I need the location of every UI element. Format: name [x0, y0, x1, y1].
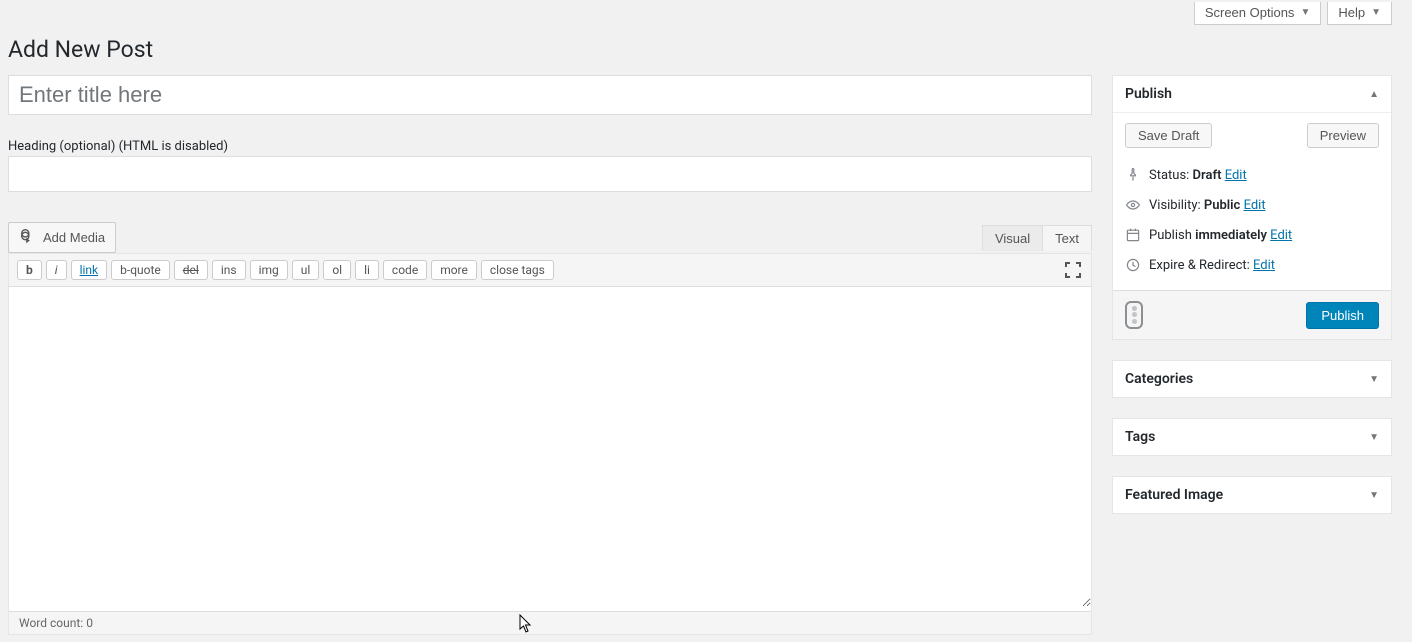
- screen-options-button[interactable]: Screen Options ▼: [1194, 2, 1322, 25]
- qt-ol[interactable]: ol: [323, 260, 351, 280]
- qt-del[interactable]: del: [174, 260, 208, 280]
- traffic-light-icon[interactable]: [1125, 301, 1143, 329]
- expire-edit-link[interactable]: Edit: [1253, 258, 1275, 273]
- triangle-down-icon: ▼: [1369, 374, 1379, 385]
- qt-ul[interactable]: ul: [292, 260, 320, 280]
- status-row: Status: Draft Edit: [1125, 160, 1379, 190]
- heading-input[interactable]: [8, 156, 1092, 192]
- page-title: Add New Post: [8, 29, 1392, 67]
- categories-box-header[interactable]: Categories ▼: [1113, 361, 1391, 397]
- media-icon: [19, 227, 37, 248]
- qt-bquote[interactable]: b-quote: [111, 260, 170, 280]
- status-edit-link[interactable]: Edit: [1225, 168, 1247, 183]
- expire-row: Expire & Redirect: Edit: [1125, 250, 1379, 280]
- preview-button[interactable]: Preview: [1307, 123, 1379, 148]
- editor-container: b i link b-quote del ins img ul ol li co…: [8, 253, 1092, 635]
- help-button[interactable]: Help ▼: [1327, 2, 1392, 25]
- heading-label: Heading (optional) (HTML is disabled): [8, 139, 1092, 154]
- featured-image-box-header[interactable]: Featured Image ▼: [1113, 477, 1391, 513]
- qt-code[interactable]: code: [383, 260, 427, 280]
- qt-li[interactable]: li: [355, 260, 379, 280]
- visibility-edit-link[interactable]: Edit: [1244, 198, 1266, 213]
- tab-visual[interactable]: Visual: [982, 225, 1043, 251]
- editor-status-bar: Word count: 0: [9, 611, 1091, 634]
- publish-button[interactable]: Publish: [1306, 302, 1379, 329]
- qt-close[interactable]: close tags: [481, 260, 554, 280]
- tags-box-header[interactable]: Tags ▼: [1113, 419, 1391, 455]
- tags-box: Tags ▼: [1112, 418, 1392, 456]
- add-media-label: Add Media: [43, 230, 105, 245]
- content-textarea[interactable]: [9, 287, 1091, 607]
- featured-image-title: Featured Image: [1125, 487, 1223, 503]
- clock-icon: [1125, 257, 1141, 273]
- quicktags-toolbar: b i link b-quote del ins img ul ol li co…: [9, 254, 1091, 287]
- publish-box: Publish ▲ Save Draft Preview Status: Dra…: [1112, 75, 1392, 340]
- visibility-row: Visibility: Public Edit: [1125, 190, 1379, 220]
- fullscreen-icon[interactable]: [1063, 260, 1083, 280]
- qt-ins[interactable]: ins: [212, 260, 246, 280]
- categories-title: Categories: [1125, 371, 1193, 387]
- triangle-down-icon: ▼: [1369, 490, 1379, 501]
- triangle-down-icon: ▼: [1371, 7, 1381, 18]
- tags-title: Tags: [1125, 429, 1155, 445]
- categories-box: Categories ▼: [1112, 360, 1392, 398]
- word-count-label: Word count:: [19, 616, 86, 630]
- triangle-down-icon: ▼: [1300, 7, 1310, 18]
- qt-img[interactable]: img: [250, 260, 288, 280]
- pin-icon: [1125, 167, 1141, 183]
- qt-italic[interactable]: i: [46, 260, 67, 280]
- schedule-row: Publish immediately Edit: [1125, 220, 1379, 250]
- publish-box-header[interactable]: Publish ▲: [1113, 76, 1391, 113]
- post-title-input[interactable]: [8, 75, 1092, 115]
- featured-image-box: Featured Image ▼: [1112, 476, 1392, 514]
- save-draft-button[interactable]: Save Draft: [1125, 123, 1212, 148]
- qt-bold[interactable]: b: [17, 260, 42, 280]
- triangle-up-icon: ▲: [1369, 89, 1379, 100]
- schedule-edit-link[interactable]: Edit: [1270, 228, 1292, 243]
- calendar-icon: [1125, 227, 1141, 243]
- word-count-value: 0: [86, 616, 93, 630]
- publish-box-title: Publish: [1125, 86, 1172, 102]
- screen-options-label: Screen Options: [1205, 5, 1295, 20]
- help-label: Help: [1338, 5, 1365, 20]
- add-media-button[interactable]: Add Media: [8, 222, 116, 253]
- triangle-down-icon: ▼: [1369, 432, 1379, 443]
- eye-icon: [1125, 197, 1141, 213]
- tab-text[interactable]: Text: [1043, 225, 1092, 251]
- qt-more[interactable]: more: [431, 260, 477, 280]
- qt-link[interactable]: link: [71, 260, 108, 280]
